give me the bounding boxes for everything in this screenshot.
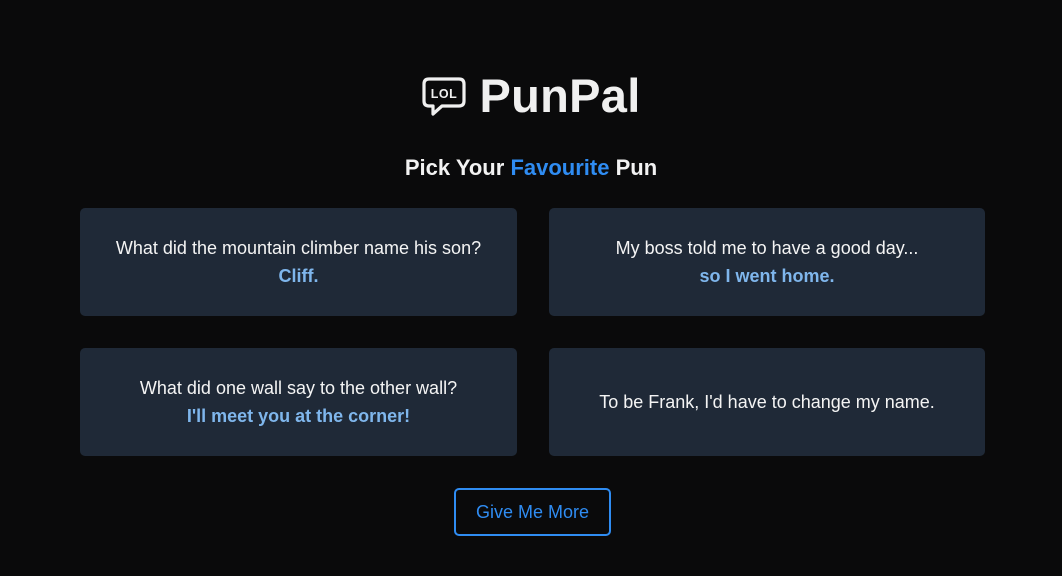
pun-setup: What did one wall say to the other wall?: [139, 377, 458, 398]
pun-punchline: I'll meet you at the corner!: [186, 405, 411, 426]
pun-card[interactable]: My boss told me to have a good day... so…: [549, 208, 985, 316]
pun-card[interactable]: What did one wall say to the other wall?…: [80, 348, 517, 456]
page-heading: Pick Your Favourite Pun: [0, 154, 1062, 182]
lol-speech-bubble-icon: LOL: [422, 77, 467, 116]
app-header: LOL PunPal: [0, 66, 1062, 126]
app-title: PunPal: [479, 69, 641, 122]
heading-suffix: Pun: [609, 155, 658, 180]
pun-card[interactable]: What did the mountain climber name his s…: [80, 208, 517, 316]
pun-setup: To be Frank, I'd have to change my name.: [599, 392, 935, 412]
pun-setup: My boss told me to have a good day...: [615, 237, 919, 258]
pun-punchline: so I went home.: [699, 265, 835, 286]
pun-setup: What did the mountain climber name his s…: [115, 237, 482, 258]
pun-card[interactable]: To be Frank, I'd have to change my name.: [549, 348, 985, 456]
pun-punchline: Cliff.: [278, 265, 319, 286]
heading-accent: Favourite: [510, 155, 610, 180]
give-me-more-button[interactable]: Give Me More: [454, 488, 611, 536]
heading-prefix: Pick Your: [404, 155, 511, 180]
logo-text: LOL: [431, 87, 458, 101]
pun-cards-grid: What did the mountain climber name his s…: [80, 208, 985, 456]
